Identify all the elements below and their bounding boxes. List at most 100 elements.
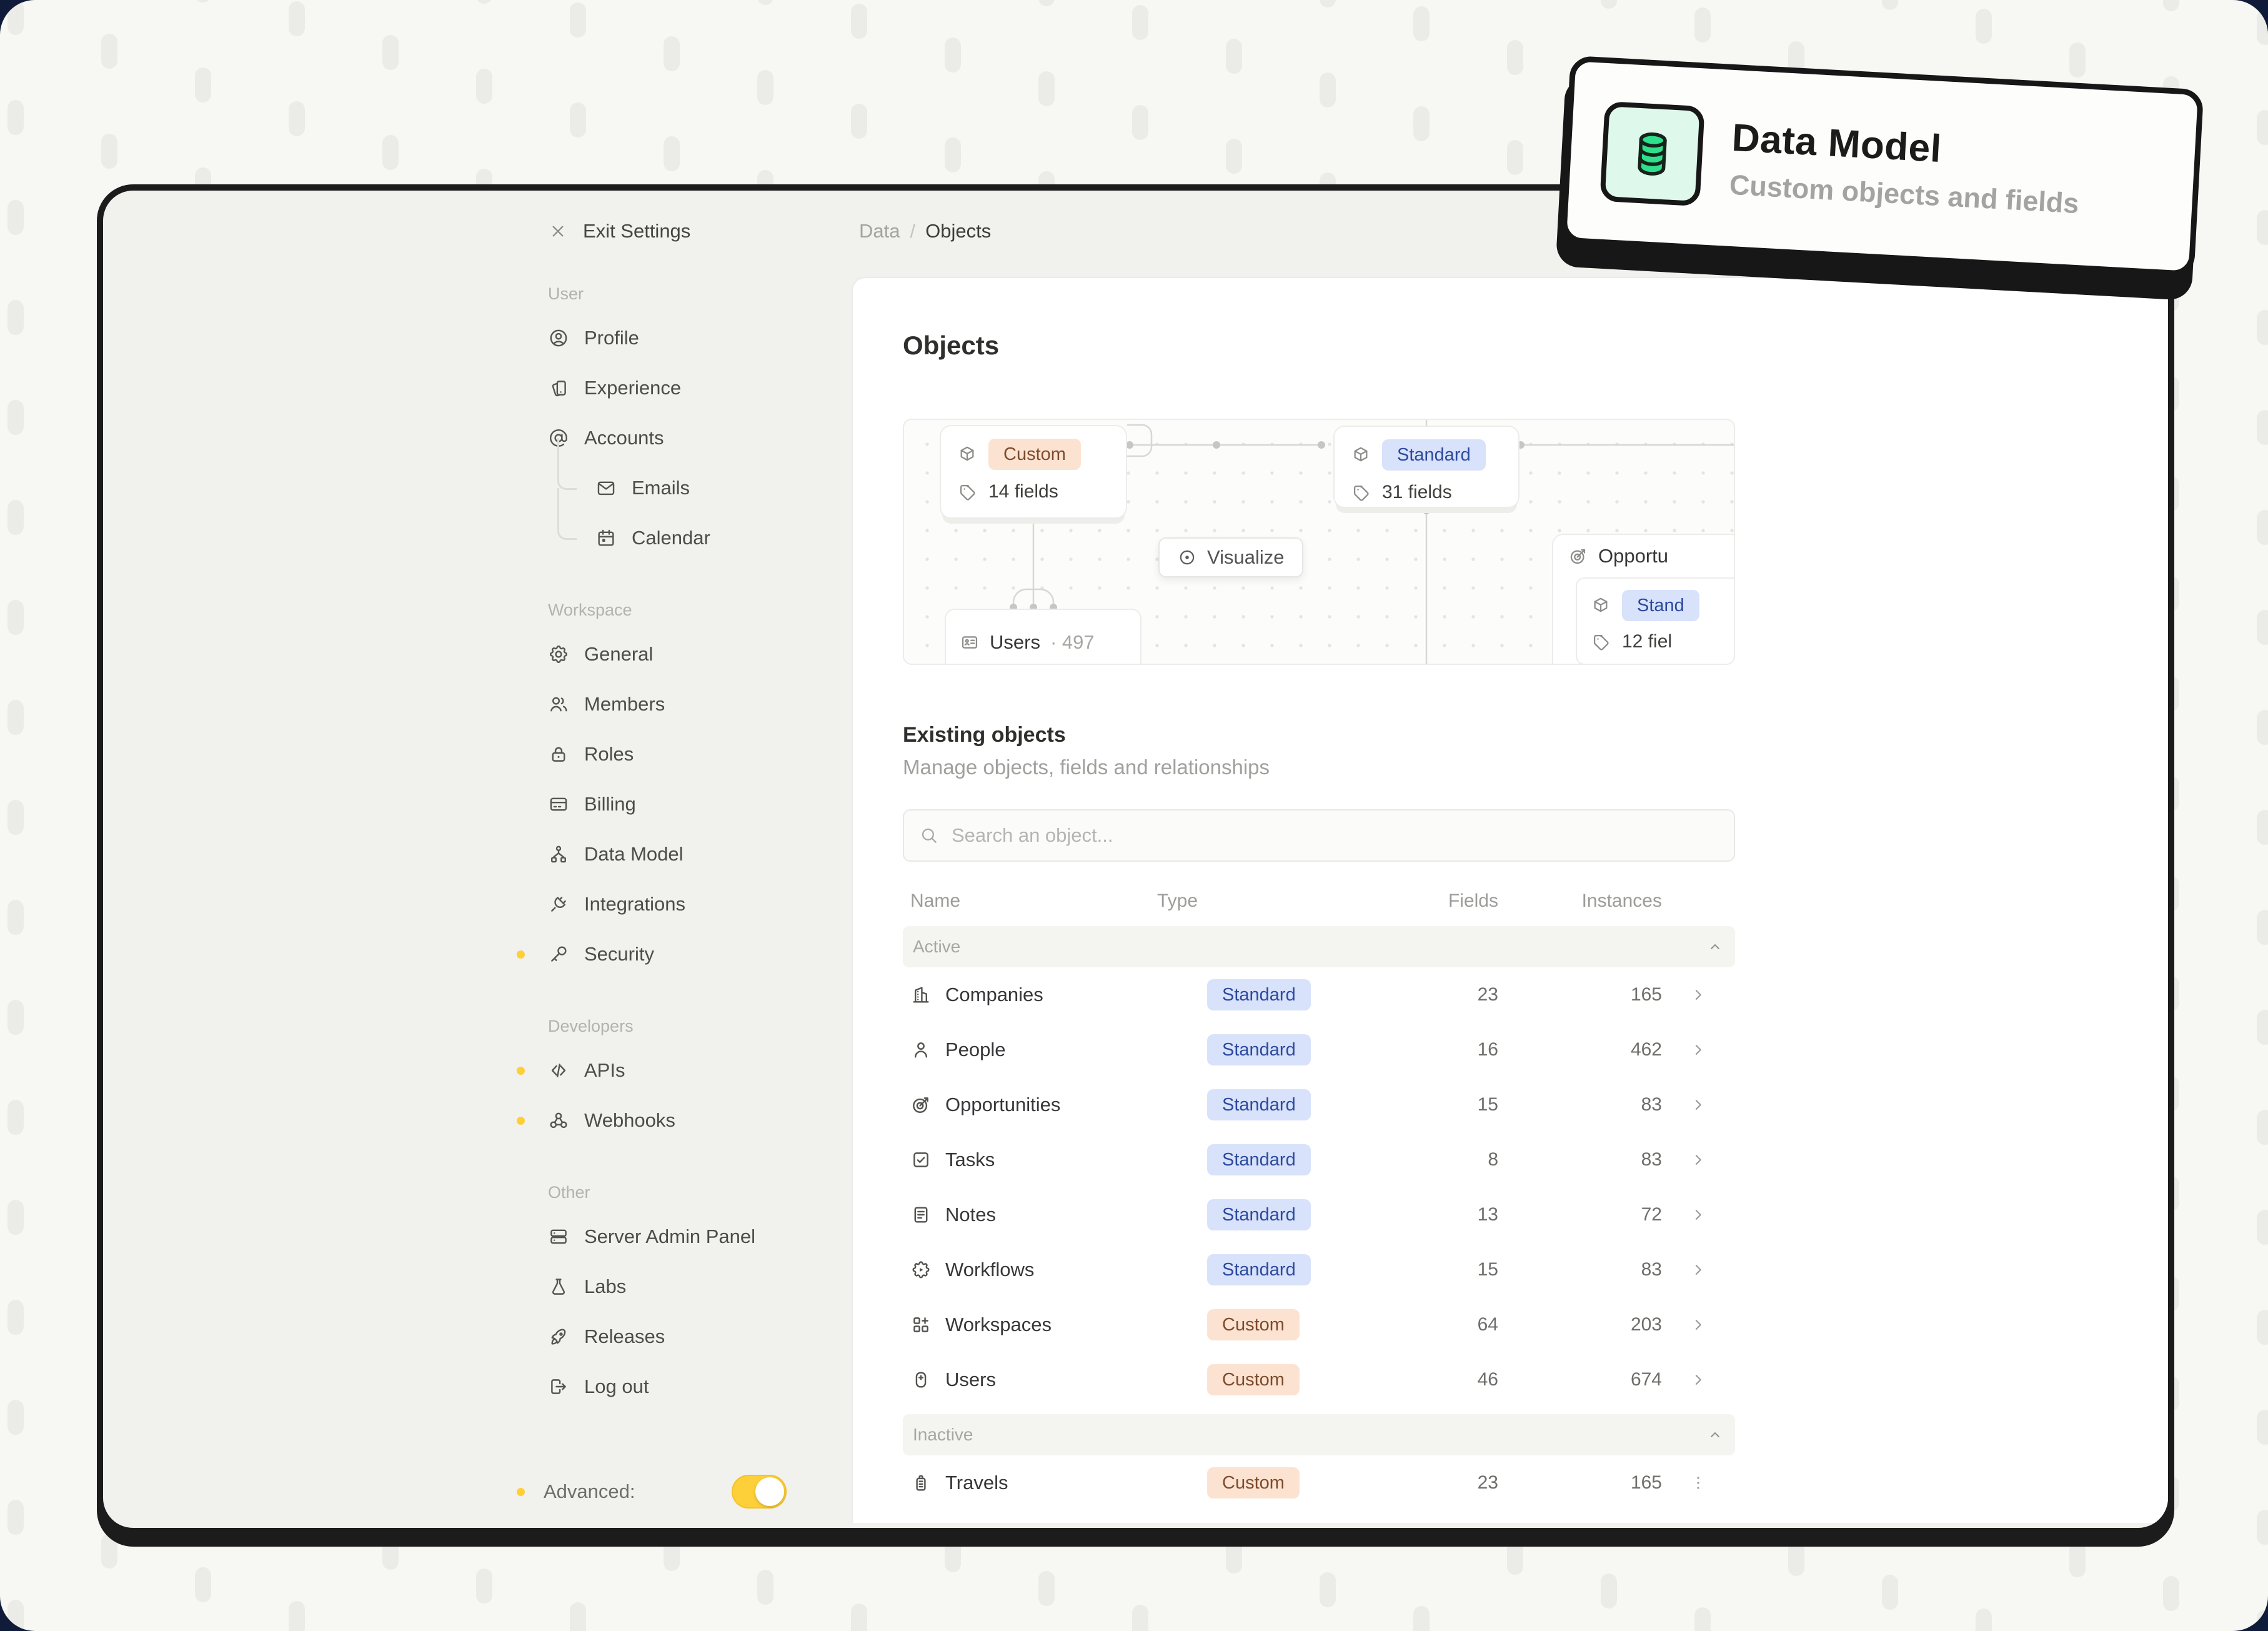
bg-dot <box>1882 1575 1898 1610</box>
bg-dot <box>7 1200 24 1235</box>
type-badge: Standard <box>1207 1144 1311 1175</box>
table-row[interactable]: Notes Standard 13 72 <box>903 1187 1735 1242</box>
sidebar-item[interactable]: Server Admin Panel <box>548 1212 910 1262</box>
type-badge: Standard <box>1207 1034 1311 1065</box>
table-row[interactable]: Companies Standard 23 165 <box>903 967 1735 1022</box>
row-action-icon[interactable] <box>1689 1370 1708 1389</box>
section-header[interactable]: Inactive <box>903 1414 1735 1455</box>
object-diagram-preview[interactable]: Custom 14 fields Standard 31 fields <box>903 419 1735 665</box>
type-badge: Custom <box>1207 1364 1300 1395</box>
bg-dot <box>570 102 586 137</box>
breadcrumb-section[interactable]: Data <box>859 220 900 242</box>
search-input[interactable] <box>952 824 1719 847</box>
diagram-node-opportunities[interactable]: Opportu Stand 12 fiel <box>1552 534 1735 665</box>
instances-count: 165 <box>1498 984 1662 1005</box>
table-row[interactable]: Users Custom 46 674 <box>903 1352 1735 1407</box>
sidebar-item-icon <box>548 1060 569 1081</box>
row-action-icon[interactable] <box>1689 985 1708 1004</box>
bg-dot <box>101 134 117 169</box>
table-row[interactable]: Workflows Standard 15 83 <box>903 1242 1735 1297</box>
existing-objects-subtitle: Manage objects, fields and relationships <box>903 756 1270 779</box>
sidebar-item[interactable]: Releases <box>548 1312 910 1362</box>
bg-dot <box>1038 0 1055 6</box>
bg-dot <box>1132 1605 1148 1631</box>
tag-icon <box>1351 482 1371 502</box>
bg-dot <box>7 800 24 835</box>
type-badge: Standard <box>1207 979 1311 1010</box>
sidebar-item[interactable]: Experience <box>548 363 910 413</box>
sidebar-item[interactable]: Members <box>548 679 910 729</box>
column-type: Type <box>1157 890 1398 912</box>
sidebar-item-icon <box>548 794 569 815</box>
sidebar-item[interactable]: Data Model <box>548 829 910 879</box>
sidebar-item[interactable]: Roles <box>548 729 910 779</box>
bg-dot <box>195 0 211 2</box>
sidebar-item[interactable]: Accounts <box>548 413 910 463</box>
fields-count: 64 <box>1398 1314 1498 1335</box>
sidebar-item-icon <box>548 894 569 915</box>
row-action-icon[interactable] <box>1689 1474 1708 1492</box>
sidebar-item[interactable]: APIs <box>548 1045 910 1095</box>
main-panel: Objects Custom <box>852 277 2168 1523</box>
bg-dot <box>1226 39 1242 74</box>
table-row[interactable]: Tasks Standard 8 83 <box>903 1132 1735 1187</box>
sidebar-item-icon <box>548 1376 569 1397</box>
bg-dot <box>1601 0 1617 9</box>
exit-settings-button[interactable]: Exit Settings <box>548 214 690 248</box>
sidebar-item[interactable]: General <box>548 629 910 679</box>
sidebar-item-label: Data Model <box>584 843 684 865</box>
sidebar-item[interactable]: Labs <box>548 1262 910 1312</box>
fields-count: 23 <box>1398 984 1498 1005</box>
advanced-toggle[interactable] <box>732 1475 787 1509</box>
sidebar-item[interactable]: Billing <box>548 779 910 829</box>
object-name: Companies <box>945 984 1043 1006</box>
toggle-knob <box>755 1477 784 1506</box>
sidebar-item[interactable]: Webhooks <box>548 1095 910 1145</box>
sidebar-section: Other Server Admin Panel <box>548 1177 910 1412</box>
sidebar-item[interactable]: Calendar <box>548 513 910 563</box>
visualize-button[interactable]: Visualize <box>1158 537 1303 577</box>
fields-count: 8 <box>1398 1149 1498 1170</box>
chevron-up-icon[interactable] <box>1706 1426 1724 1444</box>
row-action-icon[interactable] <box>1689 1315 1708 1334</box>
cube-icon <box>957 444 977 464</box>
row-action-icon[interactable] <box>1689 1150 1708 1169</box>
bg-dot <box>2257 210 2268 245</box>
bg-dot <box>1320 72 1336 107</box>
sidebar-item[interactable]: Security <box>548 929 910 979</box>
section-header[interactable]: Active <box>903 926 1735 967</box>
diagram-card-custom[interactable]: Custom 14 fields <box>940 425 1127 519</box>
table-row[interactable]: Opportunities Standard 15 83 <box>903 1077 1735 1132</box>
fields-count: 46 <box>1398 1369 1498 1390</box>
table-row[interactable]: Workspaces Custom 64 203 <box>903 1297 1735 1352</box>
type-badge: Custom <box>1207 1309 1300 1340</box>
diagram-node-users[interactable]: Users · 497 <box>945 609 1141 665</box>
bg-dot <box>195 67 211 102</box>
row-action-icon[interactable] <box>1689 1205 1708 1224</box>
table-row[interactable]: Travels Custom 23 165 <box>903 1455 1735 1510</box>
sidebar-section-label: User <box>548 278 910 309</box>
diagram-card-standard[interactable]: Standard 31 fields <box>1333 426 1519 508</box>
table-row[interactable]: People Standard 16 462 <box>903 1022 1735 1077</box>
sidebar-item[interactable]: Integrations <box>548 879 910 929</box>
object-type-icon <box>910 1259 932 1280</box>
sidebar-item-label: Log out <box>584 1375 649 1398</box>
sidebar-item-label: Releases <box>584 1325 665 1348</box>
row-action-icon[interactable] <box>1689 1260 1708 1279</box>
fields-count-label: 12 fiel <box>1622 631 1672 652</box>
sidebar-item-icon <box>548 844 569 865</box>
breadcrumb-page: Objects <box>925 220 991 242</box>
sidebar-item[interactable]: Log out <box>548 1362 910 1412</box>
bg-dot <box>2257 310 2268 345</box>
bg-dot <box>2163 0 2179 11</box>
row-action-icon[interactable] <box>1689 1040 1708 1059</box>
chevron-up-icon[interactable] <box>1706 938 1724 955</box>
fields-count: 15 <box>1398 1259 1498 1280</box>
bg-dot <box>1226 1539 1242 1574</box>
advanced-dot <box>517 1488 525 1496</box>
sidebar-item[interactable]: Emails <box>548 463 910 513</box>
type-badge: Stand <box>1622 590 1699 621</box>
sidebar-item[interactable]: Profile <box>548 313 910 363</box>
existing-objects-title: Existing objects <box>903 723 1066 747</box>
row-action-icon[interactable] <box>1689 1095 1708 1114</box>
